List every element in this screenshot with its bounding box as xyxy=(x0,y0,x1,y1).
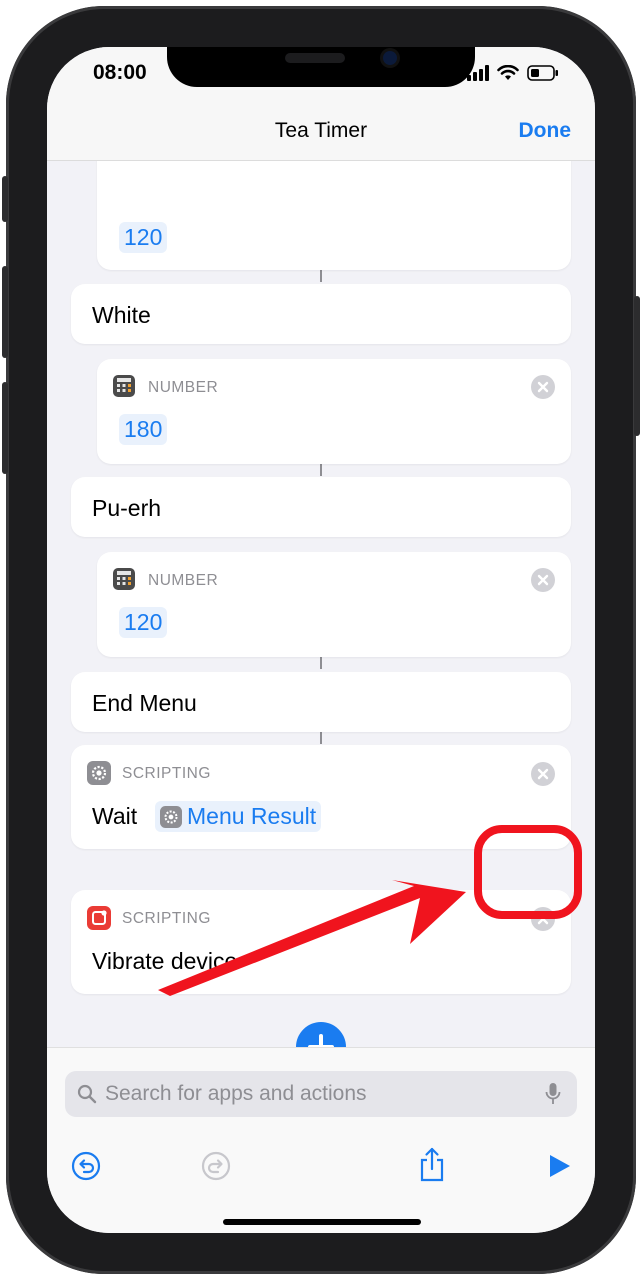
notch xyxy=(167,47,475,87)
front-camera xyxy=(383,51,397,65)
annotation-arrow-icon xyxy=(158,880,466,996)
earpiece-speaker xyxy=(285,53,345,63)
annotation-overlay xyxy=(158,825,582,996)
annotation-highlight-box xyxy=(474,825,582,919)
